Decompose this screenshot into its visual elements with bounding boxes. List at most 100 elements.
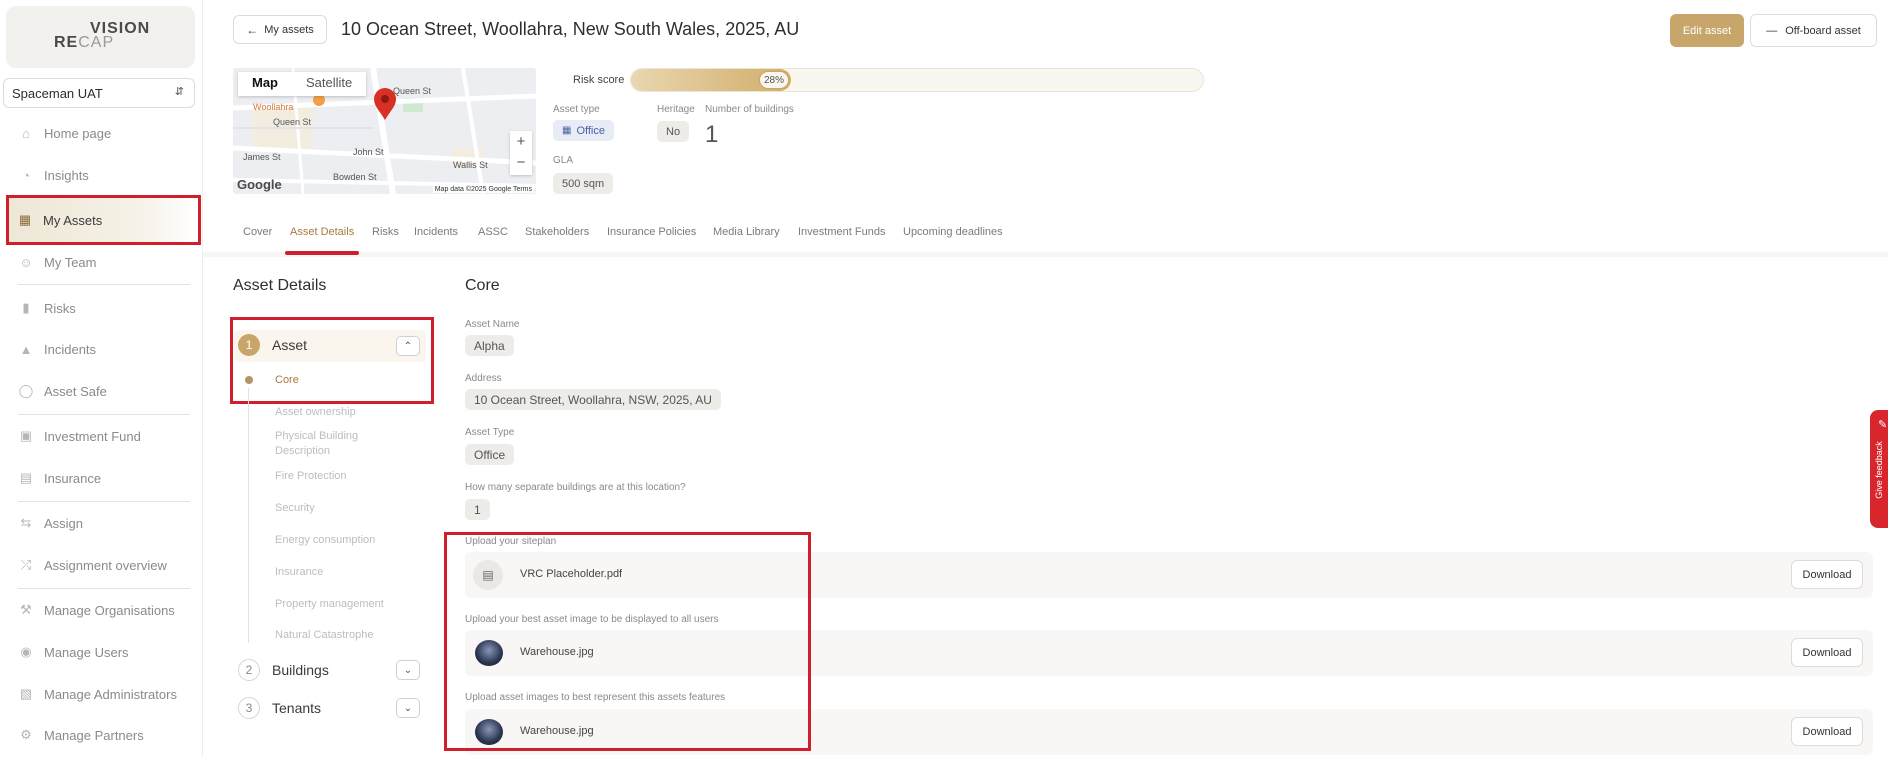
logo-box[interactable]: VISION RECAP [6, 6, 195, 68]
step-buildings[interactable]: Buildings [272, 662, 329, 678]
substep-asset-ownership[interactable]: Asset ownership [275, 405, 356, 420]
svg-text:John St: John St [353, 147, 384, 157]
substep-insurance[interactable]: Insurance [275, 565, 323, 580]
heritage-label: Heritage [657, 104, 695, 115]
sidebar-item-insurance[interactable]: ▤ Insurance [10, 464, 190, 492]
substep-core[interactable]: Core [275, 373, 299, 388]
download-button[interactable]: Download [1791, 717, 1863, 746]
sidebar-item-manage-organisations[interactable]: ⚒ Manage Organisations [10, 596, 190, 624]
tab-assc[interactable]: ASSC [478, 226, 508, 238]
sidebar-item-assign[interactable]: ⇆ Assign [10, 509, 190, 537]
sidebar-item-my-team[interactable]: ☺ My Team [10, 248, 190, 276]
team-icon: ☺ [19, 254, 33, 270]
map-tab-satellite[interactable]: Satellite [292, 72, 366, 96]
gla-chip: 500 sqm [553, 173, 614, 194]
sidebar-item-my-assets[interactable]: ▦ My Assets [6, 195, 201, 245]
download-button[interactable]: Download [1791, 560, 1863, 589]
step-number: 2 [238, 659, 260, 681]
tab-insurance-policies[interactable]: Insurance Policies [607, 226, 696, 238]
sidebar-item-label: Manage Partners [44, 727, 144, 743]
core-section-heading: Core [465, 277, 500, 294]
tab-investment-funds[interactable]: Investment Funds [798, 226, 885, 238]
page-title: 10 Ocean Street, Woollahra, New South Wa… [341, 19, 800, 39]
asset-name-value: Alpha [465, 335, 514, 356]
svg-text:Woollahra: Woollahra [253, 102, 293, 112]
edit-asset-button[interactable]: Edit asset [1670, 14, 1744, 47]
zoom-out-button[interactable]: − [510, 152, 532, 173]
building-icon: ▦ [18, 212, 32, 227]
asset-type-field-label: Asset Type [465, 427, 515, 438]
substep-natural-catastrophe[interactable]: Natural Catastrophe [275, 628, 373, 643]
step-tenants[interactable]: Tenants [272, 700, 321, 716]
pencil-icon: ✎ [1878, 419, 1888, 431]
home-icon: ⌂ [22, 125, 30, 141]
office-building-icon: ▦ [562, 125, 572, 136]
nav-divider [18, 284, 190, 285]
sidebar-item-manage-partners[interactable]: ⚙ Manage Partners [10, 721, 190, 749]
nav-divider [18, 414, 190, 415]
substep-property-management[interactable]: Property management [275, 597, 384, 612]
substep-security[interactable]: Security [275, 501, 315, 516]
wallet-icon: ▣ [19, 428, 33, 443]
tab-media-library[interactable]: Media Library [713, 226, 780, 238]
heritage-chip: No [657, 121, 690, 142]
tab-risks[interactable]: Risks [372, 226, 399, 238]
brand-logo: VISION RECAP [54, 21, 150, 51]
sidebar-item-insights[interactable]: ◔ Insights [10, 161, 190, 189]
tab-upcoming-deadlines[interactable]: Upcoming deadlines [903, 226, 1003, 238]
sidebar-item-label: Home page [44, 125, 112, 141]
tab-cover[interactable]: Cover [243, 226, 272, 238]
sidebar-item-asset-safe[interactable]: ◯ Asset Safe [10, 377, 190, 405]
gla-label: GLA [553, 155, 574, 166]
back-to-my-assets-button[interactable]: ← My assets [233, 15, 327, 44]
tab-asset-details[interactable]: Asset Details [290, 226, 354, 238]
sidebar-item-label: Manage Users [44, 644, 129, 660]
risk-score-bar: 28% [630, 68, 1204, 92]
sidebar-item-investment-fund[interactable]: ▣ Investment Fund [10, 422, 190, 450]
offboard-asset-button[interactable]: — Off-board asset [1750, 14, 1877, 47]
tab-incidents[interactable]: Incidents [414, 226, 458, 238]
brand-line-2a: RE [54, 34, 79, 51]
document-icon: ▤ [19, 470, 33, 485]
user-icon: ◉ [20, 644, 32, 659]
sidebar-item-label: Insurance [44, 470, 102, 486]
map-tab-map[interactable]: Map [238, 72, 292, 96]
shuffle-icon: ⤮ [20, 557, 32, 572]
sidebar-item-risks[interactable]: ▮ Risks [10, 294, 190, 322]
sidebar-item-label: My Assets [43, 212, 103, 228]
brand-line-2: RECAP [54, 34, 150, 51]
highlight-box [444, 532, 811, 751]
sidebar-item-label: Manage Organisations [44, 602, 175, 618]
asset-type-chip: ▦ Office [553, 120, 614, 141]
map-terms-link[interactable]: Terms [513, 186, 532, 193]
location-map[interactable]: Queen St Queen St John St James St Walli… [233, 68, 536, 194]
substep-physical-building-description[interactable]: Physical Building Description [275, 429, 385, 459]
chart-icon: ▮ [22, 300, 30, 315]
sidebar-item-label: My Team [44, 254, 97, 270]
sidebar: VISION RECAP Spaceman UAT ⇵ ⌂ Home page ◔… [0, 0, 203, 757]
active-tab-indicator [285, 251, 359, 255]
download-button[interactable]: Download [1791, 638, 1863, 667]
give-feedback-tab[interactable]: ✎ Give feedback [1870, 410, 1888, 528]
asset-type-field-value: Office [465, 444, 515, 465]
sidebar-item-assignment-overview[interactable]: ⤮ Assignment overview [10, 551, 190, 579]
sidebar-item-manage-administrators[interactable]: ▧ Manage Administrators [10, 680, 190, 708]
number-of-buildings-value: 1 [705, 121, 719, 148]
asset-name-label: Asset Name [465, 319, 520, 330]
risk-score-value: 28% [759, 71, 789, 89]
address-label: Address [465, 373, 502, 384]
chevron-down-icon[interactable]: ⌄ [396, 660, 420, 680]
sidebar-item-home[interactable]: ⌂ Home page [10, 119, 190, 147]
asset-type-label: Asset type [553, 104, 600, 115]
zoom-in-button[interactable]: + [510, 131, 532, 152]
sidebar-item-incidents[interactable]: ▲ Incidents [10, 335, 190, 363]
organisation-select[interactable]: Spaceman UAT ⇵ [3, 78, 195, 108]
substep-fire-protection[interactable]: Fire Protection [275, 469, 347, 484]
sidebar-item-manage-users[interactable]: ◉ Manage Users [10, 638, 190, 666]
asset-details-heading: Asset Details [233, 277, 327, 294]
buildings-count-value: 1 [465, 499, 490, 520]
chevron-down-icon[interactable]: ⌄ [396, 698, 420, 718]
swap-icon: ⇆ [20, 515, 32, 530]
tab-stakeholders[interactable]: Stakeholders [525, 226, 589, 238]
substep-energy-consumption[interactable]: Energy consumption [275, 533, 375, 548]
